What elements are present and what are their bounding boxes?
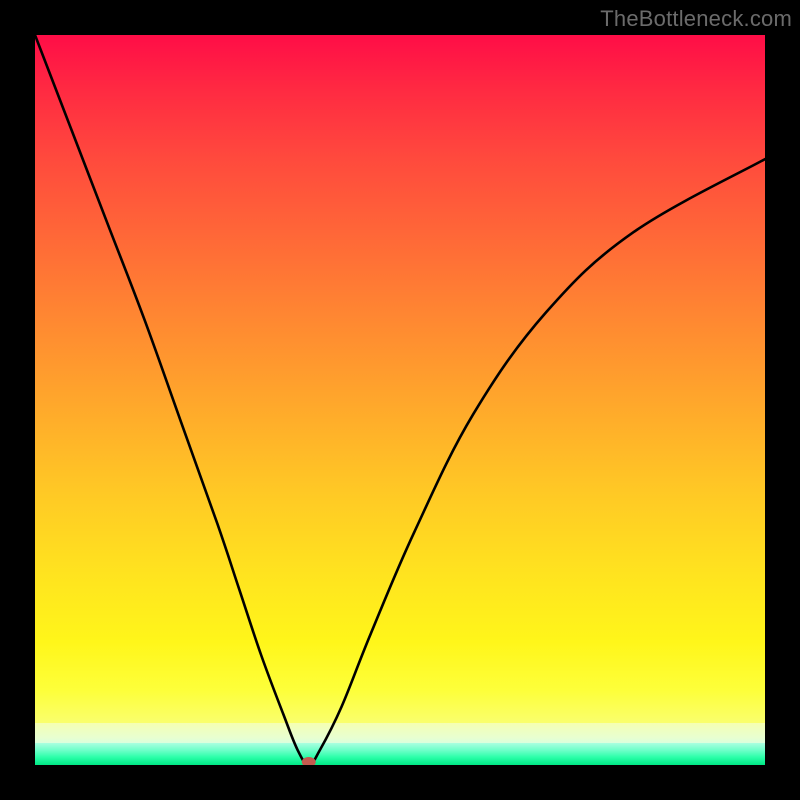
curve-svg — [35, 35, 765, 765]
curve-minimum-marker — [302, 757, 316, 765]
plot-area — [35, 35, 765, 765]
chart-stage: TheBottleneck.com — [0, 0, 800, 800]
bottleneck-curve — [35, 35, 765, 765]
watermark-text: TheBottleneck.com — [600, 6, 792, 32]
